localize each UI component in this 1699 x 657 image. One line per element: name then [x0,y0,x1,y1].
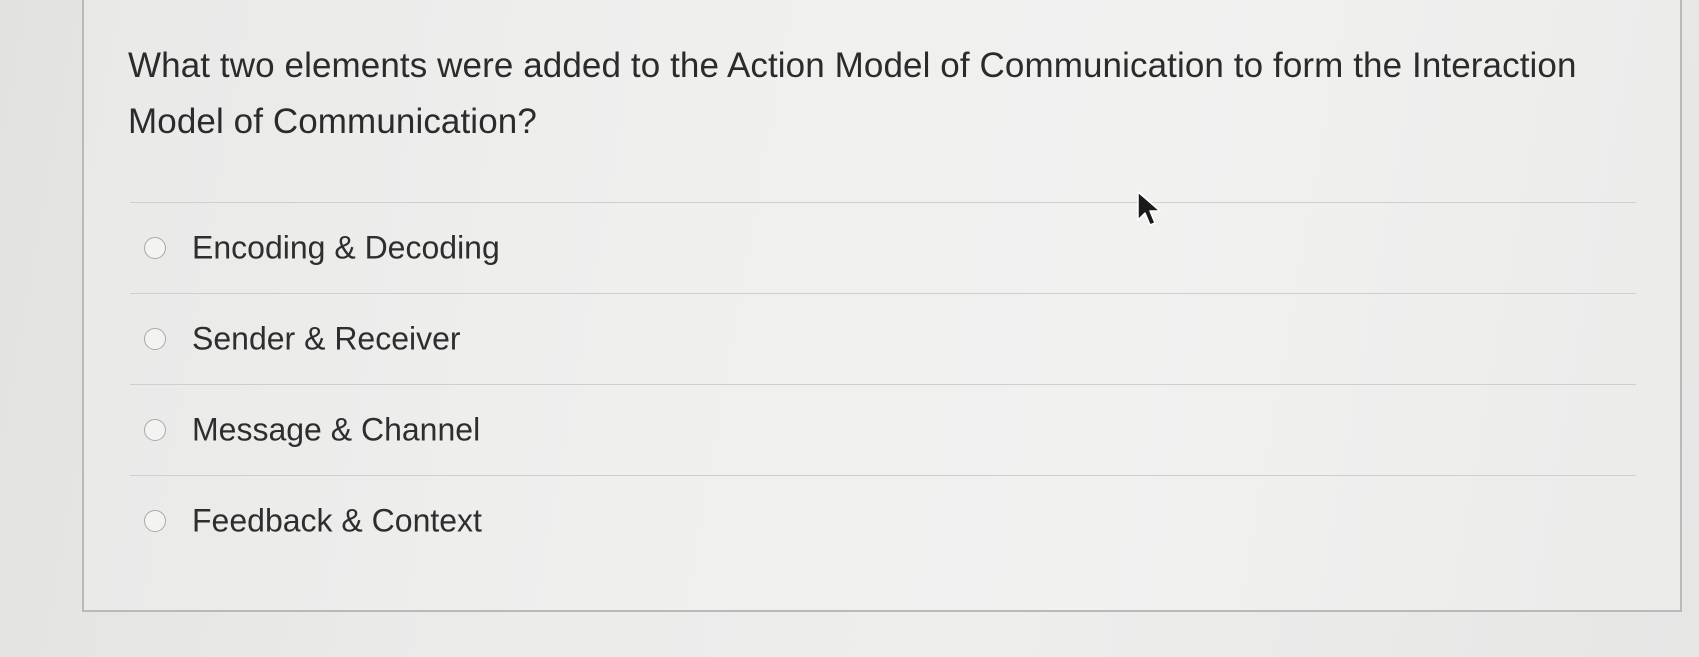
radio-unchecked-icon[interactable] [144,328,166,350]
question-text: What two elements were added to the Acti… [128,46,1577,141]
radio-unchecked-icon[interactable] [144,510,166,532]
radio-unchecked-icon[interactable] [144,419,166,441]
radio-unchecked-icon[interactable] [144,237,166,259]
option-label: Sender & Receiver [192,320,461,357]
answer-option-feedback-context[interactable]: Feedback & Context [130,475,1636,566]
answer-option-sender-receiver[interactable]: Sender & Receiver [130,293,1636,384]
mouse-pointer-icon [1137,191,1161,226]
answer-option-message-channel[interactable]: Message & Channel [130,384,1636,475]
option-label: Message & Channel [192,411,481,448]
answer-option-encoding-decoding[interactable]: Encoding & Decoding [130,202,1636,293]
option-label: Feedback & Context [192,502,482,539]
answer-options: Encoding & Decoding Sender & Receiver Me… [130,202,1636,566]
option-label: Encoding & Decoding [192,229,500,266]
